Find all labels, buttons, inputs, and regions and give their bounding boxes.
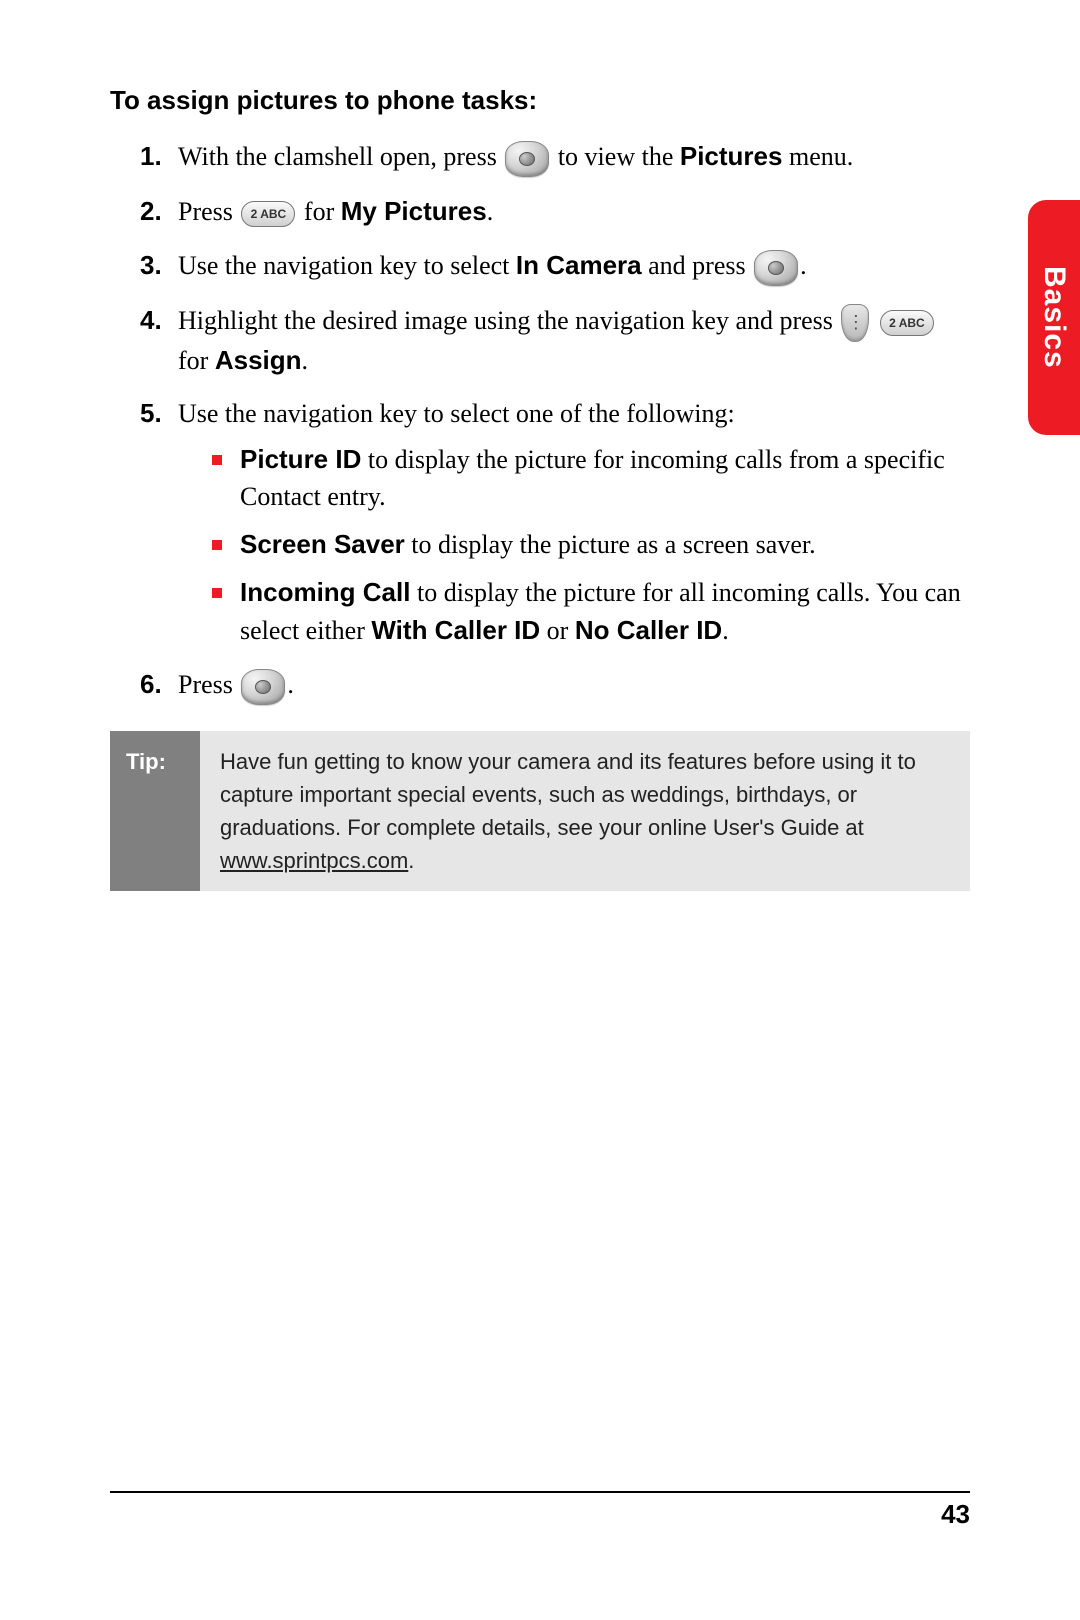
step-1: With the clamshell open, press to view t…: [140, 138, 970, 177]
bold-label: In Camera: [516, 250, 642, 280]
ok-button-icon: [241, 669, 285, 705]
bold-label: My Pictures: [341, 196, 487, 226]
step-4: Highlight the desired image using the na…: [140, 302, 970, 380]
step-text: .: [487, 197, 494, 226]
section-tab: Basics: [1028, 200, 1080, 435]
ok-button-icon: [505, 141, 549, 177]
step-text: .: [722, 616, 729, 645]
step-3: Use the navigation key to select In Came…: [140, 247, 970, 286]
tip-text: .: [408, 848, 414, 873]
step-text: With the clamshell open, press: [178, 142, 503, 171]
step-text: Press: [178, 670, 239, 699]
step-text: Use the navigation key to select: [178, 251, 516, 280]
bold-label: Assign: [215, 345, 302, 375]
section-tab-label: Basics: [1037, 266, 1071, 369]
section-heading: To assign pictures to phone tasks:: [110, 85, 970, 116]
instruction-list: With the clamshell open, press to view t…: [140, 138, 970, 705]
bold-label: Picture ID: [240, 444, 361, 474]
bold-label: Incoming Call: [240, 577, 410, 607]
bold-label: With Caller ID: [371, 615, 540, 645]
step-text: for: [178, 346, 215, 375]
step-text: and press: [642, 251, 752, 280]
step-text: to display the picture as a screen saver…: [405, 530, 816, 559]
tip-text: Have fun getting to know your camera and…: [220, 749, 916, 840]
step-text: .: [800, 251, 807, 280]
key-2abc-icon: 2 ABC: [241, 201, 295, 227]
bold-label: Screen Saver: [240, 529, 405, 559]
step-5: Use the navigation key to select one of …: [140, 395, 970, 649]
tip-box: Tip: Have fun getting to know your camer…: [110, 731, 970, 891]
manual-page: To assign pictures to phone tasks: With …: [0, 0, 1080, 1620]
sub-option-list: Picture ID to display the picture for in…: [178, 441, 970, 650]
page-number: 43: [110, 1499, 970, 1530]
footer-rule: [110, 1491, 970, 1493]
bold-label: No Caller ID: [575, 615, 722, 645]
tip-body: Have fun getting to know your camera and…: [200, 731, 970, 891]
step-text: menu.: [782, 142, 853, 171]
step-text: or: [540, 616, 575, 645]
key-2abc-icon: 2 ABC: [880, 310, 934, 336]
ok-button-icon: [754, 250, 798, 286]
page-footer: 43: [110, 1491, 970, 1530]
step-text: .: [287, 670, 294, 699]
sub-option: Incoming Call to display the picture for…: [212, 574, 970, 650]
sub-option: Screen Saver to display the picture as a…: [212, 526, 970, 564]
bold-label: Pictures: [680, 141, 783, 171]
sub-option: Picture ID to display the picture for in…: [212, 441, 970, 516]
step-2: Press 2 ABC for My Pictures.: [140, 193, 970, 231]
softkey-icon: [841, 304, 869, 342]
step-text: for: [304, 197, 341, 226]
step-6: Press .: [140, 666, 970, 705]
tip-label: Tip:: [110, 731, 200, 891]
tip-url: www.sprintpcs.com: [220, 848, 408, 873]
step-text: to view the: [558, 142, 680, 171]
step-text: Use the navigation key to select one of …: [178, 399, 735, 428]
step-text: Highlight the desired image using the na…: [178, 306, 839, 335]
step-text: .: [302, 346, 309, 375]
step-text: Press: [178, 197, 239, 226]
